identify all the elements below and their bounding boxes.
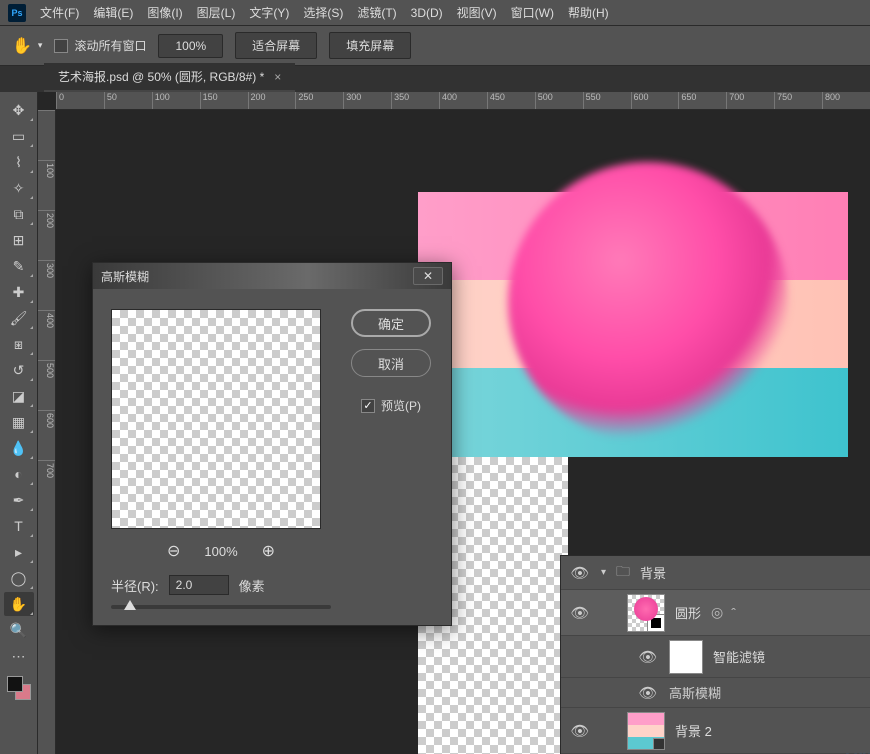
magic-wand-tool[interactable]: ✧ [4,176,34,200]
layers-panel: 👁 ▾ 🗀 背景 👁 圆形 ◎ ˆ 👁 智能滤镜 [560,555,870,754]
gaussian-blur-filter-row[interactable]: 👁 高斯模糊 ≡ [561,678,870,708]
options-bar: ✋ ▾ 滚动所有窗口 100% 适合屏幕 填充屏幕 [0,26,870,66]
clone-stamp-tool[interactable]: ⧆ [4,332,34,356]
preview-checkbox-wrap[interactable]: 预览(P) [361,397,421,414]
brush-tool[interactable]: 🖌 [4,306,34,330]
smart-filter-mask[interactable] [669,640,703,674]
zoom-tool[interactable]: 🔍 [4,618,34,642]
menu-window[interactable]: 窗口(W) [511,4,554,21]
move-tool[interactable]: ✥ [4,98,34,122]
visibility-toggle[interactable]: 👁 [637,648,659,666]
path-selection-tool[interactable]: ▸ [4,540,34,564]
dialog-title: 高斯模糊 [101,268,413,285]
document-tab-title: 艺术海报.psd @ 50% (圆形, RGB/8#) * [58,68,264,85]
scroll-all-label: 滚动所有窗口 [74,37,146,54]
document-tab[interactable]: 艺术海报.psd @ 50% (圆形, RGB/8#) * × [44,63,295,92]
crop-tool[interactable]: ⧉ [4,202,34,226]
horizontal-ruler: 0501001502002503003504004505005506006507… [56,92,870,110]
slider-thumb[interactable] [124,600,136,610]
frame-tool[interactable]: ⊞ [4,228,34,252]
layer-name[interactable]: 背景 2 [675,721,712,740]
color-swatches[interactable] [7,676,31,700]
canvas-area[interactable]: 0501001502002503003504004505005506006507… [38,92,870,754]
layer-row-circle[interactable]: 👁 圆形 ◎ ˆ [561,590,870,636]
layer-group-row[interactable]: 👁 ▾ 🗀 背景 [561,556,870,590]
expand-icon[interactable]: ˆ [731,605,736,621]
visibility-toggle[interactable]: 👁 [637,684,659,702]
vertical-ruler: 100200300400500600700 [38,110,56,754]
layer-name[interactable]: 圆形 [675,603,701,622]
smart-filters-label: 智能滤镜 [713,647,870,666]
menu-help[interactable]: 帮助(H) [568,4,609,21]
smart-filters-row[interactable]: 👁 智能滤镜 [561,636,870,678]
zoom-out-icon[interactable]: ⊖ [167,541,180,561]
close-icon[interactable]: ✕ [413,267,443,285]
eraser-tool[interactable]: ◪ [4,384,34,408]
gaussian-blur-dialog: 高斯模糊 ✕ ⊖ 100% ⊕ 半径(R): 像素 [92,262,452,626]
menu-file[interactable]: 文件(F) [40,4,79,21]
cancel-button[interactable]: 取消 [351,349,431,377]
marquee-tool[interactable]: ▭ [4,124,34,148]
dialog-titlebar[interactable]: 高斯模糊 ✕ [93,263,451,289]
shape-tool[interactable]: ◯ [4,566,34,590]
preview-checkbox-label: 预览(P) [381,397,421,414]
foreground-color-swatch[interactable] [7,676,23,692]
healing-brush-tool[interactable]: ✚ [4,280,34,304]
radius-slider[interactable] [111,605,331,609]
lasso-tool[interactable]: ⌇ [4,150,34,174]
pen-tool[interactable]: ✒ [4,488,34,512]
folder-icon: 🗀 [616,561,630,585]
menu-3d[interactable]: 3D(D) [411,6,443,20]
collapse-toggle[interactable]: ▾ [601,567,606,578]
menu-type[interactable]: 文字(Y) [249,4,289,21]
menu-bar: Ps 文件(F) 编辑(E) 图像(I) 图层(L) 文字(Y) 选择(S) 滤… [0,0,870,26]
tool-palette: ✥ ▭ ⌇ ✧ ⧉ ⊞ ✎ ✚ 🖌 ⧆ ↺ ◪ ▦ 💧 ◐ ✒ T ▸ ◯ ✋ … [0,92,38,754]
document-tab-bar: 艺术海报.psd @ 50% (圆形, RGB/8#) * × [0,66,870,92]
watermark: UⅡⅡ寰 优优教程网 [845,746,870,754]
visibility-toggle[interactable]: 👁 [569,604,591,622]
filter-name[interactable]: 高斯模糊 [669,683,721,702]
layer-row-bg2[interactable]: 👁 背景 2 UⅡⅡ寰 优优教程网 [561,708,870,754]
ok-button[interactable]: 确定 [351,309,431,337]
hand-tool-icon: ✋ [12,36,32,56]
hand-tool[interactable]: ✋ [4,592,34,616]
filter-preview[interactable] [111,309,321,529]
layer-thumbnail[interactable] [627,594,665,632]
group-name[interactable]: 背景 [640,563,870,582]
edit-toolbar[interactable]: ⋯ [4,644,34,668]
smart-object-icon: ◎ [711,604,723,621]
scroll-all-windows-option[interactable]: 滚动所有窗口 [54,37,146,54]
visibility-toggle[interactable]: 👁 [569,564,591,582]
eyedropper-tool[interactable]: ✎ [4,254,34,278]
preview-checkbox[interactable] [361,399,375,413]
zoom-level-button[interactable]: 100% [158,34,223,58]
gradient-tool[interactable]: ▦ [4,410,34,434]
radius-label: 半径(R): [111,576,159,595]
history-brush-tool[interactable]: ↺ [4,358,34,382]
menu-edit[interactable]: 编辑(E) [93,4,133,21]
blur-tool[interactable]: 💧 [4,436,34,460]
preview-zoom-value: 100% [204,544,237,559]
layer-thumbnail[interactable] [627,712,665,750]
app-logo: Ps [8,4,26,22]
menu-select[interactable]: 选择(S) [303,4,343,21]
zoom-in-icon[interactable]: ⊕ [262,541,275,561]
fit-screen-button[interactable]: 适合屏幕 [235,32,317,59]
menu-image[interactable]: 图像(I) [147,4,182,21]
radius-input[interactable] [169,575,229,595]
circle-shape [508,162,788,442]
menu-filter[interactable]: 滤镜(T) [357,4,396,21]
radius-unit: 像素 [239,576,265,595]
tool-preset-dropdown[interactable]: ▾ [38,40,43,51]
dodge-tool[interactable]: ◐ [4,462,34,486]
menu-view[interactable]: 视图(V) [457,4,497,21]
scroll-all-checkbox[interactable] [54,39,68,53]
fill-screen-button[interactable]: 填充屏幕 [329,32,411,59]
canvas-artwork [418,192,848,457]
menu-layer[interactable]: 图层(L) [197,4,236,21]
close-tab-icon[interactable]: × [274,70,281,84]
type-tool[interactable]: T [4,514,34,538]
visibility-toggle[interactable]: 👁 [569,722,591,740]
